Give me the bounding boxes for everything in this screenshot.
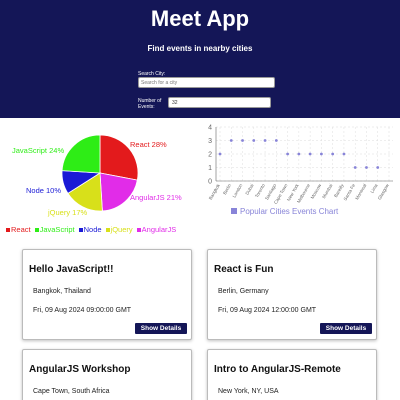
legend-item-javascript[interactable]: JavaScript (34, 225, 75, 234)
number-of-events-label: Number of Events: (138, 98, 162, 110)
pie-label-angularjs: AngularJS 21% (130, 193, 182, 202)
legend-swatch (78, 227, 83, 232)
meet-app-page: Meet App Find events in nearby cities Se… (0, 0, 400, 400)
y-tick-label: 1 (208, 165, 212, 172)
app-header: Meet App Find events in nearby cities Se… (0, 0, 400, 118)
event-card: React is Fun Berlin, Germany Fri, 09 Aug… (207, 249, 377, 340)
show-details-button[interactable]: Show Details (320, 323, 372, 334)
event-card: Hello JavaScript!! Bangkok, Thailand Fri… (22, 249, 192, 340)
scatter-point[interactable] (376, 166, 380, 169)
scatter-point[interactable] (365, 166, 368, 169)
event-location: Berlin, Germany (218, 288, 269, 295)
legend-label: JavaScript (39, 225, 75, 234)
scatter-point[interactable] (229, 139, 233, 142)
show-details-button[interactable]: Show Details (135, 323, 187, 334)
chart-title-swatch (231, 208, 237, 214)
legend-label: Node (83, 225, 102, 234)
event-location: Cape Town, South Africa (33, 388, 110, 395)
pie-label-node: Node 10% (26, 186, 62, 195)
event-card: Intro to AngularJS-Remote New York, NY, … (207, 349, 377, 400)
pie-legend: React JavaScript Node jQuery AngularJS (6, 225, 176, 234)
x-tick-label: London (232, 183, 244, 199)
scatter-point[interactable] (263, 139, 267, 142)
y-tick-label: 2 (208, 152, 212, 159)
legend-swatch (34, 227, 39, 232)
legend-swatch (136, 227, 141, 232)
event-date: Fri, 09 Aug 2024 12:00:00 GMT (218, 307, 317, 314)
scatter-point[interactable] (252, 139, 256, 142)
app-title: Meet App (150, 6, 250, 31)
x-tick-label: Mumbai (321, 183, 333, 199)
scatter-point[interactable] (286, 152, 289, 156)
event-date: Fri, 09 Aug 2024 09:00:00 GMT (33, 307, 132, 314)
scatter-point[interactable] (218, 152, 222, 156)
scatter-point[interactable] (241, 139, 244, 142)
pie-label-javascript: JavaScript 24% (12, 146, 65, 155)
scatter-point[interactable] (308, 152, 312, 156)
y-tick-label: 4 (208, 125, 212, 132)
event-title: React is Fun (214, 264, 274, 275)
scatter-point[interactable] (331, 152, 335, 156)
pie-label-react: React 28% (130, 140, 167, 149)
legend-item-angularjs[interactable]: AngularJS (136, 225, 177, 234)
genre-pie-chart: React 28% AngularJS 21% jQuery 17% Node … (0, 124, 200, 236)
legend-item-jquery[interactable]: jQuery (105, 225, 133, 234)
pie-label-jquery: jQuery 17% (48, 208, 88, 217)
y-tick-label: 3 (208, 138, 212, 145)
legend-label: jQuery (110, 225, 133, 234)
legend-swatch (6, 227, 10, 232)
legend-label: React (11, 225, 31, 234)
event-card: AngularJS Workshop Cape Town, South Afri… (22, 349, 192, 400)
number-of-events-input[interactable] (168, 97, 271, 108)
event-location: Bangkok, Thailand (33, 288, 91, 295)
chart-title: Popular Cities Events Chart (240, 207, 339, 216)
y-tick-label: 0 (208, 179, 212, 186)
event-location: New York, NY, USA (218, 388, 279, 395)
x-tick-label: Berlin (222, 183, 232, 196)
scatter-point[interactable] (342, 152, 346, 156)
event-title: Hello JavaScript!! (29, 264, 114, 275)
pie-slice-javascript[interactable] (61, 134, 101, 174)
scatter-point[interactable] (297, 152, 301, 156)
city-events-scatter-chart: 01234Bangkok Berlin London Dubai TorontoSant… (208, 125, 393, 216)
scatter-point[interactable] (274, 139, 278, 142)
legend-item-react[interactable]: React (6, 225, 31, 234)
scatter-point[interactable] (320, 152, 323, 156)
app-subtitle: Find events in nearby cities (147, 44, 253, 53)
legend-swatch (105, 227, 110, 232)
pie-chart-svg (61, 134, 139, 212)
x-tick-label: Dubai (244, 183, 254, 196)
scatter-point[interactable] (353, 166, 357, 169)
x-tick-label: Glasgow (377, 182, 390, 200)
legend-label: AngularJS (141, 225, 177, 234)
pie-slice-angularjs[interactable] (99, 172, 138, 212)
x-tick-label: Montreal (354, 183, 367, 201)
event-title: AngularJS Workshop (29, 364, 131, 375)
city-search-input[interactable] (138, 77, 275, 88)
event-title: Intro to AngularJS-Remote (214, 364, 341, 375)
legend-item-node[interactable]: Node (78, 225, 102, 234)
x-tick-label: Lima (369, 183, 378, 194)
